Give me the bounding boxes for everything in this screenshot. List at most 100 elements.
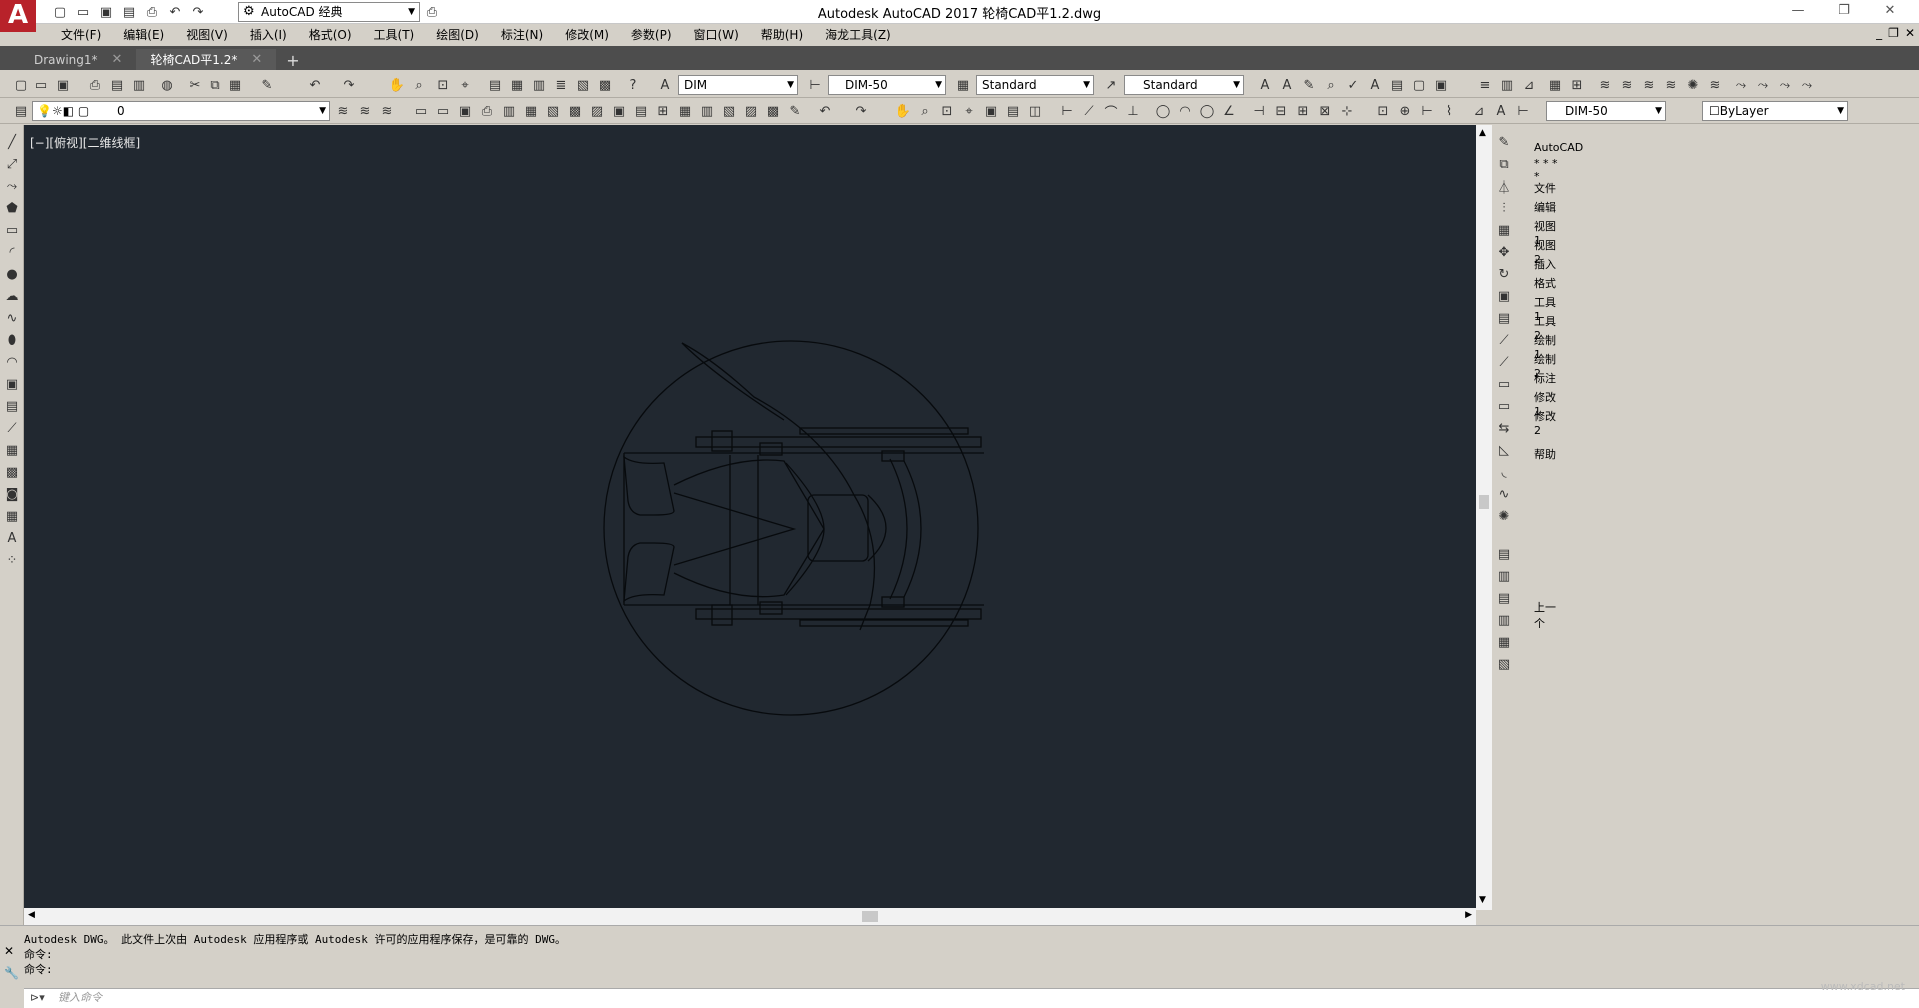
layer-delete-icon[interactable]: ✺ xyxy=(1684,76,1702,94)
break-point-icon[interactable]: ▭ xyxy=(1495,375,1513,393)
tab-wheelchair[interactable]: 轮椅CAD平1.2* ✕ xyxy=(136,49,277,70)
convert-text-icon[interactable]: ▣ xyxy=(1432,76,1450,94)
extend-icon[interactable]: ⟋ xyxy=(1495,353,1513,371)
trim-icon[interactable]: ⟋ xyxy=(1495,331,1513,349)
ellipse-arc-icon[interactable]: ◠ xyxy=(3,353,21,371)
revcloud-icon[interactable]: ☁ xyxy=(3,287,21,305)
block-tool-icon[interactable]: ⤳ xyxy=(1732,76,1750,94)
save-icon[interactable]: ▣ xyxy=(54,76,72,94)
text-frame-icon[interactable]: ▢ xyxy=(1410,76,1428,94)
pan-icon[interactable]: ✋ xyxy=(894,102,912,120)
hyperlink-icon[interactable]: ⊞ xyxy=(654,102,672,120)
pdf-icon[interactable]: ▩ xyxy=(566,102,584,120)
layer-isolate-icon[interactable]: ⊞ xyxy=(1568,76,1586,94)
restore-button[interactable]: ❐ xyxy=(1821,0,1867,22)
pan-icon[interactable]: ✋ xyxy=(388,76,406,94)
dim-space-icon[interactable]: ⊠ xyxy=(1316,102,1334,120)
multileader-style-icon[interactable]: ↗ xyxy=(1102,76,1120,94)
redo-icon[interactable]: ↷ xyxy=(188,3,208,21)
table-icon[interactable]: ▦ xyxy=(3,507,21,525)
layer-state-icon[interactable]: ≋ xyxy=(1706,76,1724,94)
scroll-left-icon[interactable]: ◀ xyxy=(28,910,35,920)
layer-previous-icon[interactable]: ≋ xyxy=(356,102,374,120)
publish-icon[interactable]: ▥ xyxy=(130,76,148,94)
drawing-canvas[interactable]: [−][俯视][二维线框] xyxy=(24,125,1476,908)
sheet-set-icon[interactable]: ≣ xyxy=(552,76,570,94)
circle-icon[interactable]: ● xyxy=(3,265,21,283)
arc-icon[interactable]: ◜ xyxy=(3,243,21,261)
array-icon[interactable]: ▦ xyxy=(1495,221,1513,239)
data-link-icon[interactable]: ▦ xyxy=(676,102,694,120)
ungroup-icon[interactable]: ▭ xyxy=(434,102,452,120)
panel-item[interactable]: AutoCAD xyxy=(1534,141,1583,154)
center-mark-icon[interactable]: ⊕ xyxy=(1396,102,1414,120)
undo-icon[interactable]: ↶ xyxy=(816,102,834,120)
stretch-icon[interactable]: ▤ xyxy=(1495,309,1513,327)
dwf-icon[interactable]: ▨ xyxy=(588,102,606,120)
zoom-window-icon[interactable]: ⊡ xyxy=(434,76,452,94)
save-as-icon[interactable]: ▤ xyxy=(119,3,139,21)
dim-diameter-icon[interactable]: ◯ xyxy=(1198,102,1216,120)
field-icon[interactable]: ▤ xyxy=(632,102,650,120)
construction-line-icon[interactable]: ⤢ xyxy=(3,155,21,173)
autocad-logo[interactable]: A xyxy=(0,0,36,32)
dim-linear-icon[interactable]: ⊢ xyxy=(1058,102,1076,120)
explode-icon[interactable]: ✺ xyxy=(1495,507,1513,525)
scroll-thumb[interactable] xyxy=(1479,495,1489,509)
spell-check-icon[interactable]: ✓ xyxy=(1344,76,1362,94)
dtext-icon[interactable]: A xyxy=(1278,76,1296,94)
bring-front-icon[interactable]: ▤ xyxy=(1495,589,1513,607)
gradient-icon[interactable]: ▩ xyxy=(3,463,21,481)
redo-icon[interactable]: ↷ xyxy=(340,76,358,94)
table-style-icon[interactable]: ▦ xyxy=(954,76,972,94)
fillet-icon[interactable]: ◟ xyxy=(1495,463,1513,481)
named-views-icon[interactable]: ▣ xyxy=(982,102,1000,120)
hatch-back-icon[interactable]: ▧ xyxy=(1495,655,1513,673)
menu-draw[interactable]: 绘图(D) xyxy=(425,25,490,45)
zoom-previous-icon[interactable]: ⌖ xyxy=(456,76,474,94)
rotate-icon[interactable]: ↻ xyxy=(1495,265,1513,283)
scroll-thumb[interactable] xyxy=(862,911,878,922)
panel-item[interactable]: 帮助 xyxy=(1534,446,1556,462)
dim-baseline-icon[interactable]: ⊟ xyxy=(1272,102,1290,120)
viewports-icon[interactable]: ▤ xyxy=(1004,102,1022,120)
panel-item[interactable]: 文件 xyxy=(1534,180,1556,196)
mtext-icon[interactable]: A xyxy=(3,529,21,547)
block-sync-icon[interactable]: ⤳ xyxy=(1798,76,1816,94)
dim-break-icon[interactable]: ⊹ xyxy=(1338,102,1356,120)
menu-hailong-tools[interactable]: 海龙工具(Z) xyxy=(814,25,902,45)
close-icon[interactable]: ✕ xyxy=(251,52,262,67)
vertical-scrollbar[interactable]: ▲ ▼ xyxy=(1476,125,1492,910)
layer-lock-icon[interactable]: ≋ xyxy=(1640,76,1658,94)
layer-match-icon[interactable]: ▥ xyxy=(1498,76,1516,94)
undo-icon[interactable]: ↶ xyxy=(306,76,324,94)
add-selected-icon[interactable]: ⁘ xyxy=(3,551,21,569)
print-icon[interactable]: ⎙ xyxy=(86,76,104,94)
layer-off-icon[interactable]: ≋ xyxy=(1618,76,1636,94)
rectangle-icon[interactable]: ▭ xyxy=(3,221,21,239)
dim-continue-icon[interactable]: ⊞ xyxy=(1294,102,1312,120)
spline-icon[interactable]: ∿ xyxy=(3,309,21,327)
inspect-icon[interactable]: ⊢ xyxy=(1418,102,1436,120)
scale-text-icon[interactable]: A xyxy=(1366,76,1384,94)
menu-parametric[interactable]: 参数(P) xyxy=(620,25,683,45)
layer-properties-icon[interactable]: ▤ xyxy=(12,102,30,120)
polygon-icon[interactable]: ⬟ xyxy=(3,199,21,217)
menu-tools[interactable]: 工具(T) xyxy=(363,25,426,45)
help-icon[interactable]: ? xyxy=(624,76,642,94)
plot-icon[interactable]: ⎙ xyxy=(478,102,496,120)
dim-radius-icon[interactable]: ◯ xyxy=(1154,102,1172,120)
dim-text-edit-icon[interactable]: A xyxy=(1492,102,1510,120)
layer-select[interactable]: 💡☼◧ ▢ 0 ▼ xyxy=(32,101,330,121)
chamfer-icon[interactable]: ◺ xyxy=(1495,441,1513,459)
menu-file[interactable]: 文件(F) xyxy=(50,25,112,45)
send-back-icon[interactable]: ▥ xyxy=(1495,611,1513,629)
dim-ordinate-icon[interactable]: ⊥ xyxy=(1124,102,1142,120)
model-icon[interactable]: ▩ xyxy=(764,102,782,120)
paste-icon[interactable]: ▦ xyxy=(226,76,244,94)
globe-icon[interactable]: ◍ xyxy=(158,76,176,94)
menu-format[interactable]: 格式(O) xyxy=(298,25,363,45)
panel-item[interactable]: 编辑 xyxy=(1534,199,1556,215)
copy-icon[interactable]: ⧉ xyxy=(206,76,224,94)
calculator-icon[interactable]: ▩ xyxy=(596,76,614,94)
